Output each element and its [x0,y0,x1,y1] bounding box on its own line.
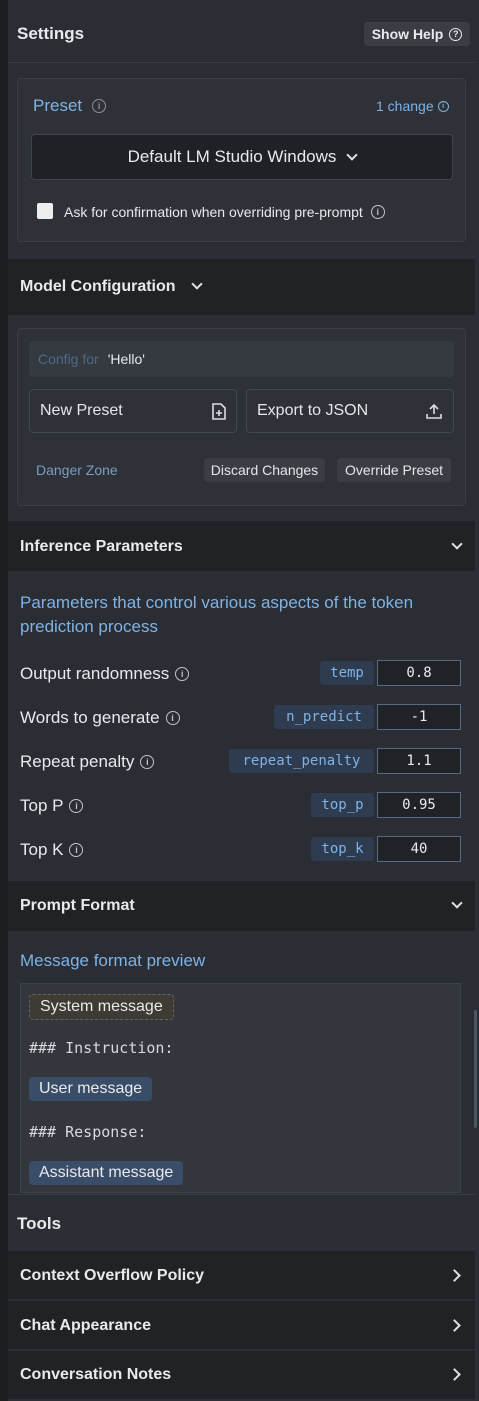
instruction-line: ### Instruction: [29,1039,174,1057]
param-label-text: Repeat penalty [20,752,135,771]
info-icon: i [437,100,449,112]
override-preset-button[interactable]: Override Preset [337,458,451,482]
preset-dropdown[interactable]: Default LM Studio Windows [31,134,453,180]
new-preset-label: New Preset [40,402,123,419]
show-help-label: Show Help [371,26,444,42]
info-icon: i [165,711,180,725]
preset-label: Preset [33,96,83,115]
system-message-text: System message [29,994,174,1020]
upload-icon [426,403,442,419]
preset-label-row: Preset i [33,96,107,116]
export-json-button[interactable]: Export to JSON [246,389,454,433]
new-file-icon [212,403,226,420]
help-icon: ? [449,27,463,41]
danger-zone-label: Danger Zone [36,462,118,478]
param-input-repeat-penalty[interactable]: 1.1 [377,748,461,774]
confirm-label-row: Ask for confirmation when overriding pre… [64,204,385,220]
confirm-label: Ask for confirmation when overriding pre… [64,204,363,220]
param-input-temp[interactable]: 0.8 [377,660,461,686]
tool-item-label: Context Overflow Policy [20,1267,205,1284]
inference-title: Inference Parameters [20,538,183,555]
user-message-text: User message [29,1077,153,1101]
system-message-tag: System message [29,994,174,1020]
param-input-top-k[interactable]: 40 [377,836,461,862]
param-input-top-p[interactable]: 0.95 [377,792,461,818]
config-for-value: 'Hello' [107,351,145,367]
show-help-button[interactable]: Show Help ? [364,22,470,46]
chevron-down-icon [346,148,359,161]
divider [8,62,475,63]
format-preview-label: Message format preview [20,951,206,970]
inference-description: Parameters that control various aspects … [20,593,414,636]
discard-changes-button[interactable]: Discard Changes [204,458,325,482]
param-input-n-predict[interactable]: -1 [377,704,461,730]
param-label-repeat-penalty: Repeat penalty i [20,752,155,772]
param-label-text: Top K [20,840,64,859]
tools-header [8,1194,475,1250]
export-json-label: Export to JSON [257,402,369,419]
param-label-temp: Output randomness i [20,664,190,684]
param-key-n-predict: n_predict [274,705,374,729]
assistant-message-text: Assistant message [29,1161,184,1185]
info-icon: i [69,843,84,857]
settings-title: Settings [17,24,85,43]
config-for-label: Config for [38,351,99,367]
confirm-checkbox[interactable] [37,203,53,219]
preset-changes[interactable]: 1 change i [376,98,449,114]
param-label-text: Output randomness [20,664,170,683]
scrollbar-thumb[interactable] [474,1010,477,1128]
tool-item-label: Chat Appearance [20,1317,151,1334]
assistant-message-tag: Assistant message [29,1161,184,1185]
param-label-top-k: Top K i [20,840,84,860]
info-icon: i [69,799,84,813]
info-icon: i [92,99,107,113]
preset-changes-label: 1 change [376,98,434,114]
preset-selected: Default LM Studio Windows [127,147,337,166]
user-message-tag: User message [29,1077,153,1101]
param-key-repeat-penalty: repeat_penalty [229,749,374,773]
param-key-top-k: top_k [311,837,374,861]
param-label-n-predict: Words to generate i [20,708,180,728]
prompt-format-title: Prompt Format [20,897,135,914]
model-config-title: Model Configuration [20,278,176,295]
param-label-top-p: Top P i [20,796,84,816]
info-icon: i [175,667,190,681]
new-preset-button[interactable]: New Preset [29,389,237,433]
param-key-top-p: top_p [311,793,374,817]
tool-item-label: Conversation Notes [20,1366,172,1383]
info-icon: i [370,205,385,219]
tools-title: Tools [17,1214,62,1233]
param-label-text: Top P [20,796,64,815]
response-line: ### Response: [29,1123,147,1141]
info-icon: i [140,755,155,769]
config-for-field: Config for 'Hello' [29,341,454,377]
param-label-text: Words to generate [20,708,160,727]
param-key-temp: temp [320,661,374,685]
